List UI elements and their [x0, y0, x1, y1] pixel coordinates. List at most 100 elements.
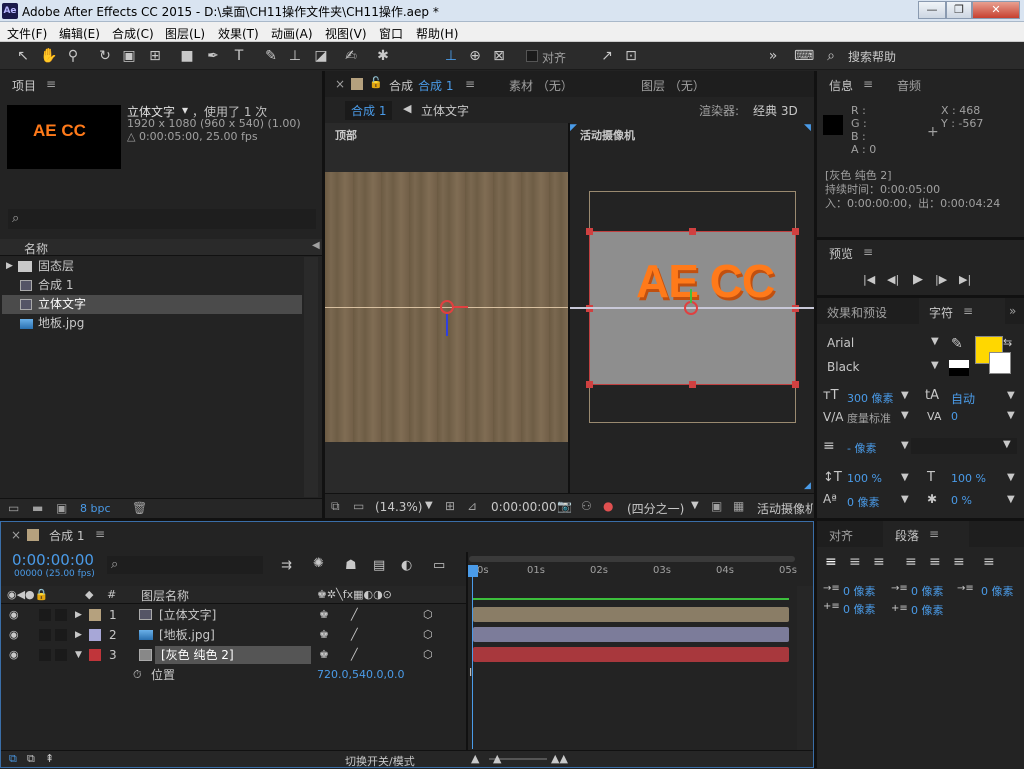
align-left-icon[interactable]: ≡ [825, 554, 837, 570]
column-layer-name[interactable]: 图层名称 [141, 587, 189, 604]
chevron-down-icon[interactable]: ▼ [901, 410, 909, 421]
workspace-more-icon[interactable]: » [764, 47, 782, 65]
layer-bar-3[interactable] [473, 647, 789, 662]
transform-handle[interactable] [792, 228, 799, 235]
justify-right-icon[interactable]: ≡ [953, 554, 965, 570]
frame-blending-icon[interactable]: ▤ [373, 558, 385, 573]
local-axis-icon[interactable]: ⊥ [442, 47, 460, 65]
chevron-down-icon[interactable]: ▼ [901, 440, 909, 451]
anchor-point-icon[interactable] [684, 301, 698, 315]
layer-bar-1[interactable] [473, 607, 789, 622]
panel-menu-icon[interactable]: ≡ [465, 77, 475, 91]
keyboard-icon[interactable]: ⌨ [794, 47, 814, 65]
chevron-down-icon[interactable]: ▼ [425, 500, 433, 511]
motion-blur-icon[interactable]: ◐ [401, 558, 412, 573]
tab-audio[interactable]: 音频 [897, 77, 921, 94]
panel-menu-icon[interactable]: ≡ [95, 527, 105, 541]
quality-switch-icon[interactable]: ╱ [351, 625, 358, 645]
snap-feature-icon[interactable]: ⊡ [622, 47, 640, 65]
zoom-tool-icon[interactable]: ⚲ [64, 47, 82, 65]
zoom-dropdown[interactable]: (14.3%) [375, 500, 422, 514]
project-item-3dtext[interactable]: 立体文字 [2, 295, 302, 314]
tab-timeline-comp1[interactable]: 合成 1 [49, 527, 84, 544]
view-axis-icon[interactable]: ⊠ [490, 47, 508, 65]
close-tab-icon[interactable]: × [335, 77, 345, 91]
breadcrumb-3dtext[interactable]: 立体文字 [421, 102, 469, 119]
layer-name[interactable]: [灰色 纯色 2] [161, 645, 234, 665]
layer-bar-2[interactable] [473, 627, 789, 642]
stroke-style-dropdown[interactable]: ▼ [911, 438, 1017, 454]
indent-first-value[interactable]: 0 像素 [911, 583, 944, 599]
transform-handle[interactable] [586, 228, 593, 235]
previous-frame-button[interactable]: ◀| [887, 273, 899, 286]
indent-right-value[interactable]: 0 像素 [981, 583, 1014, 599]
play-button[interactable]: ▶ [913, 272, 923, 287]
pan-behind-tool-icon[interactable]: ⊞ [146, 47, 164, 65]
layer-label-color[interactable] [89, 629, 101, 641]
project-scrollbar[interactable] [304, 257, 318, 497]
close-button[interactable]: ✕ [972, 1, 1020, 19]
vertical-scale-value[interactable]: 100 % [847, 472, 882, 485]
shy-switch-icon[interactable]: ♚ [319, 645, 329, 665]
chevron-down-icon[interactable]: ▼ [901, 390, 909, 401]
stroke-swatch[interactable] [949, 360, 969, 376]
snap-edge-icon[interactable]: ↗ [598, 47, 616, 65]
renderer-dropdown[interactable]: 经典 3D [753, 102, 798, 119]
tsume-value[interactable]: 0 % [951, 494, 972, 507]
justify-left-icon[interactable]: ≡ [905, 554, 917, 570]
menu-layer[interactable]: 图层(L) [165, 25, 205, 42]
search-help-input[interactable]: 搜索帮助 [848, 48, 896, 65]
font-family-dropdown[interactable]: Arial ▼ [823, 334, 943, 352]
last-frame-button[interactable]: ▶| [959, 273, 971, 286]
position-value[interactable]: 720.0,540.0,0.0 [317, 665, 404, 685]
bit-depth-button[interactable]: 8 bpc [80, 502, 111, 515]
menu-help[interactable]: 帮助(H) [416, 25, 458, 42]
align-center-icon[interactable]: ≡ [849, 554, 861, 570]
show-snapshot-icon[interactable]: ⚇ [581, 499, 592, 513]
world-axis-icon[interactable]: ⊕ [466, 47, 484, 65]
horizontal-scale-value[interactable]: 100 % [951, 472, 986, 485]
layer-row-2[interactable]: ◉ ▶ 2 [地板.jpg] ♚ ╱ ⬡ [5, 625, 465, 645]
tab-effects-presets[interactable]: 效果和预设 [827, 304, 887, 321]
project-item-floor-jpg[interactable]: 地板.jpg [2, 314, 302, 333]
transform-handle[interactable] [689, 381, 696, 388]
chevron-down-icon[interactable]: ▼ [1007, 410, 1015, 421]
zoom-slider-thumb[interactable]: ▲ [493, 752, 501, 765]
chevron-down-icon[interactable]: ▼ [1007, 494, 1015, 505]
shy-switch-icon[interactable]: ♚ [319, 605, 329, 625]
menu-composition[interactable]: 合成(C) [112, 25, 154, 42]
tracking-value[interactable]: 0 [951, 410, 958, 423]
expand-arrow-icon[interactable]: ▶ [75, 605, 82, 625]
tab-character[interactable]: 字符 [929, 304, 953, 321]
zoom-in-icon[interactable]: ▲▲ [551, 752, 568, 765]
layer-name[interactable]: [地板.jpg] [159, 625, 215, 645]
tab-info[interactable]: 信息 [829, 77, 853, 94]
type-tool-icon[interactable]: T [230, 47, 248, 65]
comp-mini-flowchart-icon[interactable]: ⇉ [281, 558, 292, 573]
first-frame-button[interactable]: |◀ [863, 273, 875, 286]
menu-effect[interactable]: 效果(T) [218, 25, 259, 42]
quality-switch-icon[interactable]: ╱ [351, 605, 358, 625]
solo-switch[interactable] [39, 649, 51, 661]
anchor-point-icon[interactable] [440, 300, 454, 314]
more-panels-icon[interactable]: » [1009, 304, 1016, 318]
timeline-scrollbar[interactable] [797, 586, 813, 750]
viewport-top[interactable]: 顶部 [325, 123, 568, 493]
solo-switch[interactable] [39, 629, 51, 641]
justify-all-icon[interactable]: ≡ [983, 554, 995, 570]
column-arrow-icon[interactable]: ◀ [312, 240, 320, 251]
3d-text-layer[interactable]: AE CC [636, 254, 775, 308]
fast-preview-icon[interactable]: ▣ [711, 499, 722, 513]
tab-composition-prefix[interactable]: 合成 [389, 77, 413, 94]
layer-label-color[interactable] [89, 649, 101, 661]
menu-window[interactable]: 窗口 [379, 25, 403, 42]
panel-menu-icon[interactable]: ≡ [863, 77, 873, 91]
chevron-down-icon[interactable]: ▼ [1007, 390, 1015, 401]
snapshot-camera-icon[interactable]: 📷 [557, 499, 572, 513]
new-folder-icon[interactable]: ▬ [32, 501, 43, 515]
lock-switch[interactable] [55, 609, 67, 621]
project-item-solids-folder[interactable]: ▶ 固态层 [2, 257, 302, 276]
zoom-out-icon[interactable]: ▲ [471, 752, 479, 765]
snap-checkbox[interactable] [526, 50, 538, 62]
chevron-down-icon[interactable]: ▼ [901, 472, 909, 483]
